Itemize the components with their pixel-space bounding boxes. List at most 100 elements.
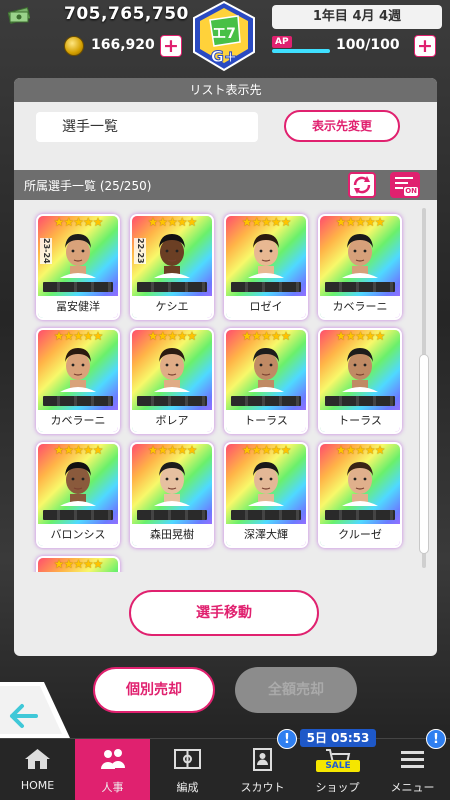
player-card[interactable]: ★★★★★ カベラーニ xyxy=(320,216,400,318)
player-portrait-icon xyxy=(248,234,284,278)
card-stripe xyxy=(231,396,301,406)
sell-all-button[interactable]: 全額売却 xyxy=(235,667,357,713)
emblem-grade: G+ xyxy=(211,47,238,66)
player-portrait-icon xyxy=(342,348,378,392)
sort-button[interactable] xyxy=(348,172,376,198)
home-icon xyxy=(25,749,50,769)
player-name: ロゼイ xyxy=(226,296,306,318)
player-card[interactable]: ★★★★★ 22-23 ケシエ xyxy=(132,216,212,318)
player-portrait-icon xyxy=(60,462,96,506)
player-name: トーラス xyxy=(320,410,400,432)
rating-stars-icon: ★★★★★ xyxy=(335,330,386,343)
rating-stars-icon: ★★★★★ xyxy=(147,444,198,457)
ap-amount: 100/100 xyxy=(336,37,400,53)
player-portrait-icon xyxy=(342,234,378,278)
add-ap-button[interactable]: + xyxy=(414,35,436,57)
svg-text:エ7: エ7 xyxy=(212,26,236,42)
menu-badge: ! xyxy=(426,729,446,749)
roster-header: 所属選手一覧 (25/250) ON xyxy=(14,170,437,200)
coin-icon xyxy=(64,36,84,56)
player-portrait-icon xyxy=(60,234,96,278)
list-dest-field: 選手一覧 xyxy=(36,112,258,142)
rating-stars-icon: ★★★★★ xyxy=(335,216,386,229)
player-name: 森田晃樹 xyxy=(132,524,212,546)
player-name: 冨安健洋 xyxy=(38,296,118,318)
rating-stars-icon: ★★★★★ xyxy=(53,444,104,457)
people-icon xyxy=(101,749,125,769)
scout-badge: ! xyxy=(277,729,297,749)
player-card[interactable]: ★★★★★ ロゼイ xyxy=(226,216,306,318)
money-amount: 705,765,750 xyxy=(64,4,189,24)
roster-panel: リスト表示先 選手一覧 表示先変更 所属選手一覧 (25/250) ON ★★★… xyxy=(14,78,437,656)
player-grid: ★★★★★ 23-24 冨安健洋 ★★★★★ 22-23 ケシエ ★★★★★ ロゼイ ★★★★★… xyxy=(28,202,422,572)
player-portrait-icon xyxy=(154,234,190,278)
add-coins-button[interactable]: + xyxy=(160,35,182,57)
list-dest-row: 選手一覧 表示先変更 xyxy=(14,102,437,154)
sell-single-button[interactable]: 個別売却 xyxy=(93,667,215,713)
ap-label: AP xyxy=(272,36,292,48)
rating-stars-icon: ★★★★★ xyxy=(53,330,104,343)
card-stripe xyxy=(325,282,395,292)
season-date: 1年目 4月 4週 xyxy=(272,5,442,29)
player-name: カベラーニ xyxy=(38,410,118,432)
player-name: トーラス xyxy=(226,410,306,432)
player-portrait-icon xyxy=(154,348,190,392)
rating-stars-icon: ★★★★★ xyxy=(335,444,386,457)
nav-personnel[interactable]: 人事 xyxy=(75,739,150,800)
player-name: ボレア xyxy=(132,410,212,432)
card-stripe xyxy=(325,396,395,406)
menu-icon xyxy=(401,751,424,768)
player-portrait-icon xyxy=(248,462,284,506)
player-card[interactable]: ★★★★★ トーラス xyxy=(226,330,306,432)
player-card[interactable]: ★★★★★ 森田晃樹 xyxy=(132,444,212,546)
player-card[interactable]: ★★★★★ 深澤大輝 xyxy=(226,444,306,546)
money-icon xyxy=(8,6,30,24)
player-portrait-icon xyxy=(154,462,190,506)
sale-tag: SALE xyxy=(316,760,360,772)
player-card-partial[interactable]: ★★★★★ xyxy=(38,558,118,572)
sale-timer: 5日 05:53 xyxy=(300,729,376,747)
player-card[interactable]: ★★★★★ バロンシス xyxy=(38,444,118,546)
rating-stars-icon: ★★★★★ xyxy=(53,558,104,571)
card-stripe xyxy=(43,282,113,292)
move-player-button[interactable]: 選手移動 xyxy=(129,590,319,636)
player-card[interactable]: ★★★★★ 23-24 冨安健洋 xyxy=(38,216,118,318)
nav-shop[interactable]: SALE ショップ xyxy=(300,739,375,800)
bottom-nav: HOME 人事 編成 スカウト SALE ショップ メニュー xyxy=(0,738,450,800)
player-name: クルーゼ xyxy=(320,524,400,546)
player-name: ケシエ xyxy=(132,296,212,318)
rating-stars-icon: ★★★★★ xyxy=(241,330,292,343)
filter-button[interactable]: ON xyxy=(390,172,420,198)
player-name: バロンシス xyxy=(38,524,118,546)
nav-formation[interactable]: 編成 xyxy=(150,739,225,800)
card-stripe xyxy=(137,510,207,520)
player-card[interactable]: ★★★★★ ボレア xyxy=(132,330,212,432)
sort-icon xyxy=(353,176,371,194)
player-portrait-icon xyxy=(248,348,284,392)
scrollbar[interactable] xyxy=(419,354,429,554)
nav-home[interactable]: HOME xyxy=(0,739,75,800)
rating-stars-icon: ★★★★★ xyxy=(53,216,104,229)
player-card[interactable]: ★★★★★ カベラーニ xyxy=(38,330,118,432)
player-portrait-icon xyxy=(342,462,378,506)
status-bar: 705,765,750 166,920 + エ7 G+ 1年目 4月 4週 AP… xyxy=(0,0,450,72)
player-name: 深澤大輝 xyxy=(226,524,306,546)
rating-stars-icon: ★★★★★ xyxy=(147,216,198,229)
player-age: 22-23 xyxy=(134,238,146,264)
rating-stars-icon: ★★★★★ xyxy=(147,330,198,343)
rating-stars-icon: ★★★★★ xyxy=(241,216,292,229)
club-emblem-icon: エ7 G+ xyxy=(193,0,255,72)
back-button[interactable] xyxy=(0,682,70,738)
card-stripe xyxy=(325,510,395,520)
player-age: 23-24 xyxy=(40,238,52,264)
rating-stars-icon: ★★★★★ xyxy=(241,444,292,457)
player-card[interactable]: ★★★★★ クルーゼ xyxy=(320,444,400,546)
card-stripe xyxy=(43,510,113,520)
pitch-icon xyxy=(174,749,201,769)
player-card[interactable]: ★★★★★ トーラス xyxy=(320,330,400,432)
filter-on-tag: ON xyxy=(404,187,418,196)
card-stripe xyxy=(137,396,207,406)
change-dest-button[interactable]: 表示先変更 xyxy=(284,110,400,142)
ap-gauge xyxy=(272,49,330,53)
card-stripe xyxy=(231,282,301,292)
